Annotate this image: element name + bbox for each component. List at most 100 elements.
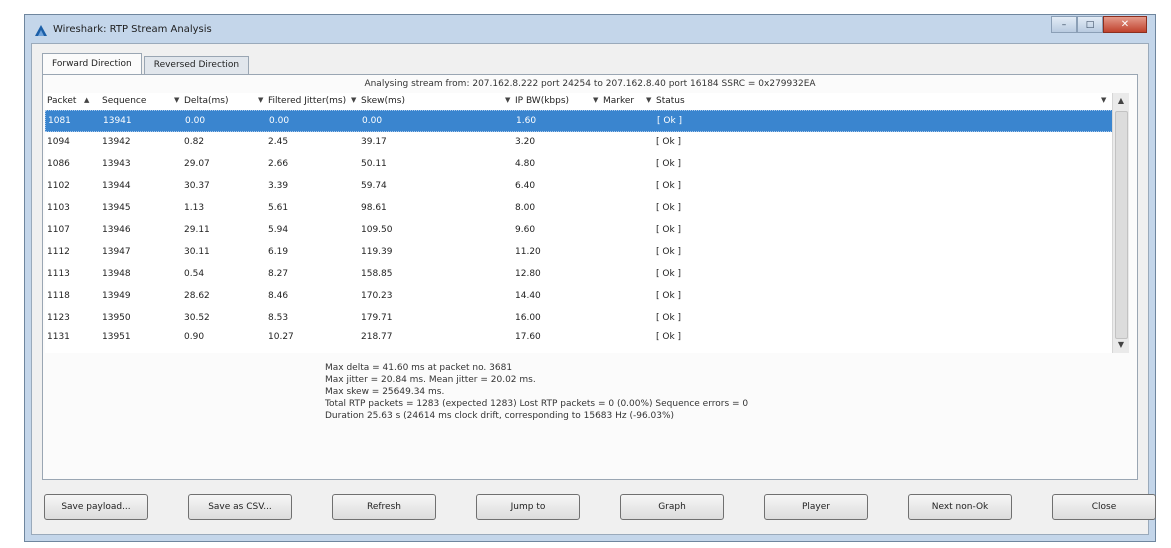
table-cell: 29.11 — [184, 225, 210, 235]
save-as-csv-button[interactable]: Save as CSV... — [188, 494, 292, 520]
table-header: Packet ▲ Sequence ▼ Delta(ms) ▼ Filtered… — [45, 93, 1113, 110]
scroll-down-arrow-icon[interactable]: ▼ — [1113, 337, 1129, 353]
jump-to-button[interactable]: Jump to — [476, 494, 580, 520]
close-button[interactable]: Close — [1052, 494, 1156, 520]
table-cell: 3.20 — [515, 137, 536, 147]
scroll-up-arrow-icon[interactable]: ▲ — [1113, 93, 1129, 109]
column-header-status[interactable]: Status — [656, 96, 685, 106]
sort-arrow-icon[interactable]: ▼ — [593, 96, 598, 104]
table-cell: 13948 — [102, 269, 131, 279]
table-cell: 30.52 — [184, 313, 210, 323]
table-row[interactable]: 1086 13943 29.07 2.66 50.11 4.80 [ Ok ] — [45, 154, 1113, 176]
table-row[interactable]: 1112 13947 30.11 6.19 119.39 11.20 [ Ok ] — [45, 242, 1113, 264]
table-cell: 179.71 — [361, 313, 393, 323]
table-cell: 5.94 — [268, 225, 289, 235]
player-button[interactable]: Player — [764, 494, 868, 520]
table-cell: 8.46 — [268, 291, 289, 301]
vertical-scrollbar[interactable]: ▲ ▼ — [1112, 93, 1129, 353]
table-row[interactable]: 1131 13951 0.90 10.27 218.77 17.60 [ Ok ] — [45, 330, 1113, 342]
table-cell: 1107 — [47, 225, 70, 235]
sort-arrow-icon[interactable]: ▼ — [505, 96, 510, 104]
stat-max-delta: Max delta = 41.60 ms at packet no. 3681 — [325, 363, 513, 373]
window-controls: – □ ✕ — [1051, 16, 1147, 33]
close-window-button[interactable]: ✕ — [1103, 16, 1147, 33]
wireshark-fin-icon — [35, 25, 47, 36]
next-non-ok-button[interactable]: Next non-Ok — [908, 494, 1012, 520]
table-cell: [ Ok ] — [656, 247, 682, 257]
column-header-filtered-jitter[interactable]: Filtered Jitter(ms) — [268, 96, 346, 106]
minimize-button[interactable]: – — [1051, 16, 1077, 33]
direction-tabs: Forward Direction Reversed Direction — [42, 53, 251, 74]
table-cell: 59.74 — [361, 181, 387, 191]
table-cell: [ Ok ] — [656, 332, 682, 342]
column-header-packet[interactable]: Packet — [47, 96, 76, 106]
sort-arrow-icon[interactable]: ▼ — [1101, 96, 1106, 104]
column-header-sequence[interactable]: Sequence — [102, 96, 146, 106]
table-cell: [ Ok ] — [656, 159, 682, 169]
table-cell: 0.90 — [184, 332, 205, 342]
table-rows: 1081 13941 0.00 0.00 0.00 1.60 [ Ok ] 1094 13942… — [45, 110, 1113, 342]
table-row[interactable]: 1094 13942 0.82 2.45 39.17 3.20 [ Ok ] — [45, 132, 1113, 154]
sort-arrow-icon[interactable]: ▼ — [646, 96, 651, 104]
table-cell: 1102 — [47, 181, 70, 191]
table-cell: 158.85 — [361, 269, 393, 279]
refresh-button[interactable]: Refresh — [332, 494, 436, 520]
column-header-skew[interactable]: Skew(ms) — [361, 96, 405, 106]
table-cell: [ Ok ] — [656, 137, 682, 147]
table-cell: 1.13 — [184, 203, 205, 213]
button-bar: Save payload... Save as CSV... Refresh J… — [42, 494, 1156, 520]
table-cell: 28.62 — [184, 291, 210, 301]
table-row[interactable]: 1113 13948 0.54 8.27 158.85 12.80 [ Ok ] — [45, 264, 1113, 286]
sort-arrow-icon[interactable]: ▼ — [258, 96, 263, 104]
table-cell: 13943 — [102, 159, 131, 169]
sort-arrow-icon[interactable]: ▲ — [84, 96, 89, 104]
table-cell: 30.37 — [184, 181, 210, 191]
table-cell: 13944 — [102, 181, 131, 191]
column-header-marker[interactable]: Marker — [603, 96, 634, 106]
table-row[interactable]: 1107 13946 29.11 5.94 109.50 9.60 [ Ok ] — [45, 220, 1113, 242]
table-cell: 4.80 — [515, 159, 536, 169]
table-row[interactable]: 1118 13949 28.62 8.46 170.23 14.40 [ Ok ] — [45, 286, 1113, 308]
title-bar[interactable]: Wireshark: RTP Stream Analysis – □ ✕ — [25, 15, 1155, 43]
tab-forward-direction[interactable]: Forward Direction — [42, 53, 142, 74]
stat-packet-totals: Total RTP packets = 1283 (expected 1283)… — [325, 399, 749, 409]
table-cell: 1.60 — [516, 116, 537, 126]
column-header-delta[interactable]: Delta(ms) — [184, 96, 229, 106]
table-cell: 8.27 — [268, 269, 289, 279]
table-row[interactable]: 1103 13945 1.13 5.61 98.61 8.00 [ Ok ] — [45, 198, 1113, 220]
stat-duration: Duration 25.63 s (24614 ms clock drift, … — [325, 411, 675, 421]
table-row[interactable]: 1081 13941 0.00 0.00 0.00 1.60 [ Ok ] — [45, 110, 1113, 132]
scrollbar-thumb[interactable] — [1115, 111, 1128, 339]
table-cell: 1123 — [47, 313, 70, 323]
stat-max-skew: Max skew = 25649.34 ms. — [325, 387, 445, 397]
table-cell: 0.82 — [184, 137, 205, 147]
maximize-button[interactable]: □ — [1077, 16, 1103, 33]
table-row[interactable]: 1102 13944 30.37 3.39 59.74 6.40 [ Ok ] — [45, 176, 1113, 198]
table-cell: 6.19 — [268, 247, 289, 257]
sort-arrow-icon[interactable]: ▼ — [174, 96, 179, 104]
table-cell: 170.23 — [361, 291, 393, 301]
sort-arrow-icon[interactable]: ▼ — [351, 96, 356, 104]
stream-statistics: Max delta = 41.60 ms at packet no. 3681 … — [325, 362, 748, 422]
table-cell: 1094 — [47, 137, 70, 147]
table-cell: 13945 — [102, 203, 131, 213]
table-cell: 1118 — [47, 291, 70, 301]
table-row[interactable]: 1123 13950 30.52 8.53 179.71 16.00 [ Ok ] — [45, 308, 1113, 330]
table-cell: 13950 — [102, 313, 131, 323]
rtp-packet-table: Packet ▲ Sequence ▼ Delta(ms) ▼ Filtered… — [45, 93, 1129, 353]
table-cell: 8.00 — [515, 203, 536, 213]
table-cell: 16.00 — [515, 313, 541, 323]
table-cell: 10.27 — [268, 332, 294, 342]
save-payload-button[interactable]: Save payload... — [44, 494, 148, 520]
table-cell: [ Ok ] — [656, 291, 682, 301]
table-cell: 50.11 — [361, 159, 387, 169]
graph-button[interactable]: Graph — [620, 494, 724, 520]
column-header-ip-bw[interactable]: IP BW(kbps) — [515, 96, 569, 106]
table-cell: [ Ok ] — [656, 181, 682, 191]
window-title: Wireshark: RTP Stream Analysis — [53, 24, 212, 35]
table-cell: 12.80 — [515, 269, 541, 279]
table-cell: 13942 — [102, 137, 131, 147]
table-cell: 6.40 — [515, 181, 536, 191]
table-cell: 3.39 — [268, 181, 289, 191]
tab-reversed-direction[interactable]: Reversed Direction — [143, 56, 250, 74]
